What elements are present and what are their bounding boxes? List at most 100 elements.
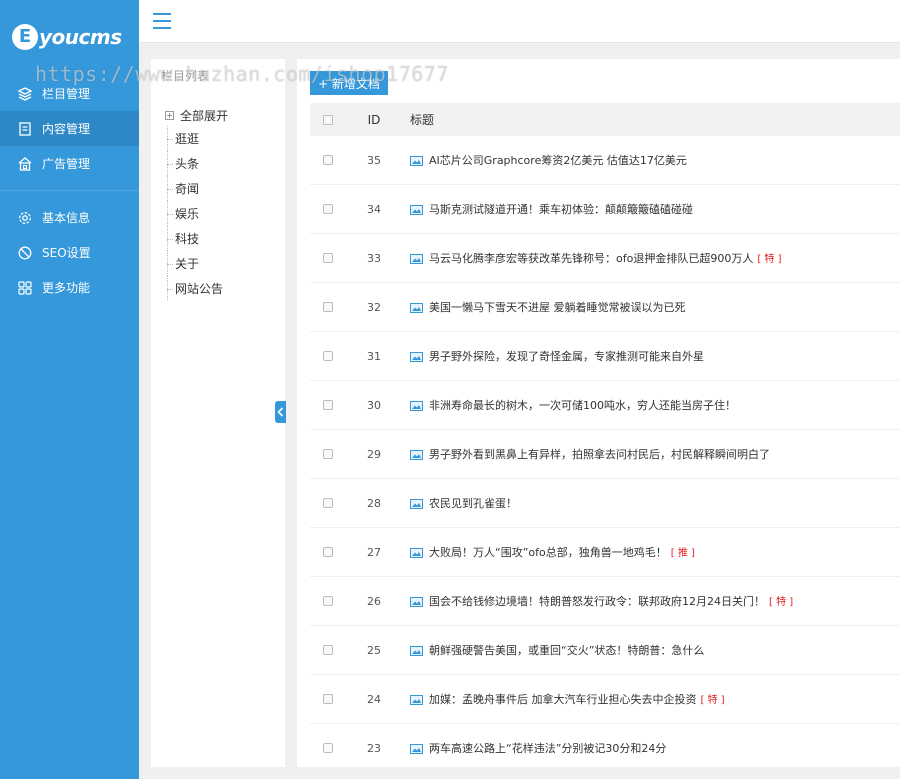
- logo[interactable]: E youcms: [0, 0, 139, 73]
- sidebar-item-label: 广告管理: [42, 157, 91, 171]
- image-icon: [410, 204, 423, 215]
- image-icon: [410, 449, 423, 460]
- column-title: 标题: [410, 113, 435, 127]
- tree-item[interactable]: 科技: [165, 226, 228, 251]
- image-icon: [410, 596, 423, 607]
- row-checkbox[interactable]: [323, 351, 333, 361]
- ad-icon: [18, 156, 32, 171]
- row-title-link[interactable]: 两车高速公路上“花样违法”分别被记30分和24分: [429, 742, 666, 755]
- row-id: 34: [367, 202, 381, 216]
- tree-item[interactable]: 头条: [165, 151, 228, 176]
- row-tag-badge: [ 推 ]: [670, 548, 695, 559]
- logo-text: youcms: [39, 24, 122, 49]
- row-title-link[interactable]: 马云马化腾李彦宏等获改革先锋称号：ofo退押金排队已超900万人: [429, 252, 753, 265]
- table-row: 30 非洲寿命最长的树木，一次可储100吨水，穷人还能当房子住！: [310, 381, 900, 430]
- content-list-panel: + 新增文档 ID 标题 35 AI芯片公司Graphcore筹资2亿美元 估值达…: [297, 59, 900, 767]
- row-title-link[interactable]: 国会不给钱修边境墙！特朗普怒发行政令：联邦政府12月24日关门！: [429, 595, 765, 608]
- sidebar-item-ads[interactable]: 广告管理: [0, 146, 139, 181]
- row-title-link[interactable]: 朝鲜强硬警告美国，或重回“交火”状态！特朗普：急什么: [429, 644, 704, 657]
- menu-toggle-icon[interactable]: [153, 13, 171, 29]
- row-checkbox[interactable]: [323, 302, 333, 312]
- row-checkbox[interactable]: [323, 449, 333, 459]
- tree-item[interactable]: 网站公告: [165, 276, 228, 301]
- row-id: 32: [367, 300, 381, 314]
- sidebar: E youcms 栏目管理 内容管理 广告管理 基本信息 SEO设置 更多功能: [0, 0, 139, 779]
- tree-item[interactable]: 娱乐: [165, 201, 228, 226]
- row-id: 27: [367, 545, 381, 559]
- row-title-link[interactable]: 马斯克测试隧道开通！乘车初体验：颠颠簸簸磕磕碰碰: [429, 203, 693, 216]
- row-title-link[interactable]: AI芯片公司Graphcore筹资2亿美元 估值达17亿美元: [429, 154, 687, 167]
- tree-root-label: 全部展开: [180, 108, 229, 123]
- table-row: 28 农民见到孔雀蛋！: [310, 479, 900, 528]
- sidebar-item-more[interactable]: 更多功能: [0, 270, 139, 305]
- chevron-left-icon: [277, 407, 284, 417]
- tree-item[interactable]: 奇闻: [165, 176, 228, 201]
- table-row: 29 男子野外看到黑鼻上有异样，拍照拿去问村民后，村民解释瞬间明白了: [310, 430, 900, 479]
- sidebar-item-content[interactable]: 内容管理: [0, 111, 139, 146]
- sidebar-item-seo[interactable]: SEO设置: [0, 235, 139, 270]
- tree-item[interactable]: 关于: [165, 251, 228, 276]
- tree-title: 栏目列表: [161, 69, 210, 83]
- row-title-link[interactable]: 美国一懒马下雪天不进屋 爱躺着睡觉常被误以为已死: [429, 301, 686, 314]
- row-id: 28: [367, 496, 381, 510]
- tree-expand-all[interactable]: + 全部展开: [165, 104, 228, 126]
- sidebar-divider: [0, 190, 139, 191]
- table-row: 34 马斯克测试隧道开通！乘车初体验：颠颠簸簸磕磕碰碰: [310, 185, 900, 234]
- row-id: 33: [367, 251, 381, 265]
- row-tag-badge: [ 特 ]: [700, 695, 725, 706]
- row-id: 35: [367, 153, 381, 167]
- table-row: 25 朝鲜强硬警告美国，或重回“交火”状态！特朗普：急什么: [310, 626, 900, 675]
- grid-icon: [18, 280, 32, 295]
- add-document-button[interactable]: + 新增文档: [310, 71, 388, 95]
- table-row: 27 大败局！万人“围攻”ofo总部，独角兽一地鸡毛！[ 推 ]: [310, 528, 900, 577]
- row-tag-badge: [ 特 ]: [757, 254, 782, 265]
- row-id: 23: [367, 741, 381, 755]
- sidebar-item-columns[interactable]: 栏目管理: [0, 76, 139, 111]
- sidebar-item-label: 基本信息: [42, 211, 91, 225]
- top-header: [139, 0, 900, 43]
- image-icon: [410, 253, 423, 264]
- table-row: 26 国会不给钱修边境墙！特朗普怒发行政令：联邦政府12月24日关门！ [ 特 ]: [310, 577, 900, 626]
- image-icon: [410, 400, 423, 411]
- plus-icon[interactable]: +: [165, 110, 174, 120]
- row-title-link[interactable]: 加媒：孟晚舟事件后 加拿大汽车行业担心失去中企投资: [429, 693, 697, 706]
- seo-icon: [18, 246, 32, 260]
- row-checkbox[interactable]: [323, 596, 333, 606]
- sidebar-item-label: SEO设置: [42, 246, 91, 260]
- sidebar-item-label: 内容管理: [42, 122, 91, 136]
- row-checkbox[interactable]: [323, 694, 333, 704]
- row-title-link[interactable]: 非洲寿命最长的树木，一次可储100吨水，穷人还能当房子住！: [429, 399, 736, 412]
- row-title-link[interactable]: 大败局！万人“围攻”ofo总部，独角兽一地鸡毛！: [429, 546, 667, 559]
- row-checkbox[interactable]: [323, 743, 333, 753]
- row-checkbox[interactable]: [323, 645, 333, 655]
- image-icon: [410, 547, 423, 558]
- image-icon: [410, 743, 423, 754]
- row-checkbox[interactable]: [323, 547, 333, 557]
- row-id: 24: [367, 692, 381, 706]
- row-id: 30: [367, 398, 381, 412]
- tree-item[interactable]: 逛逛: [165, 126, 228, 151]
- row-title-link[interactable]: 农民见到孔雀蛋！: [429, 497, 517, 510]
- row-checkbox[interactable]: [323, 204, 333, 214]
- row-title-link[interactable]: 男子野外看到黑鼻上有异样，拍照拿去问村民后，村民解释瞬间明白了: [429, 448, 770, 461]
- row-checkbox[interactable]: [323, 498, 333, 508]
- image-icon: [410, 498, 423, 509]
- table-row: 33 马云马化腾李彦宏等获改革先锋称号：ofo退押金排队已超900万人 [ 特 ]: [310, 234, 900, 283]
- row-id: 31: [367, 349, 381, 363]
- document-icon: [18, 121, 32, 136]
- row-title-link[interactable]: 男子野外探险，发现了奇怪金属，专家推测可能来自外星: [429, 350, 704, 363]
- logo-badge: E: [12, 23, 38, 50]
- table-row: 35 AI芯片公司Graphcore筹资2亿美元 估值达17亿美元: [310, 136, 900, 185]
- sidebar-item-basic-info[interactable]: 基本信息: [0, 200, 139, 235]
- image-icon: [410, 351, 423, 362]
- collapse-tree-button[interactable]: [275, 401, 286, 423]
- select-all-checkbox[interactable]: [323, 114, 333, 125]
- row-checkbox[interactable]: [323, 400, 333, 410]
- row-checkbox[interactable]: [323, 253, 333, 263]
- gear-icon: [18, 211, 32, 225]
- image-icon: [410, 645, 423, 656]
- column-id: ID: [367, 112, 381, 127]
- sidebar-item-label: 更多功能: [42, 281, 91, 295]
- row-checkbox[interactable]: [323, 155, 333, 165]
- sidebar-item-label: 栏目管理: [42, 87, 91, 101]
